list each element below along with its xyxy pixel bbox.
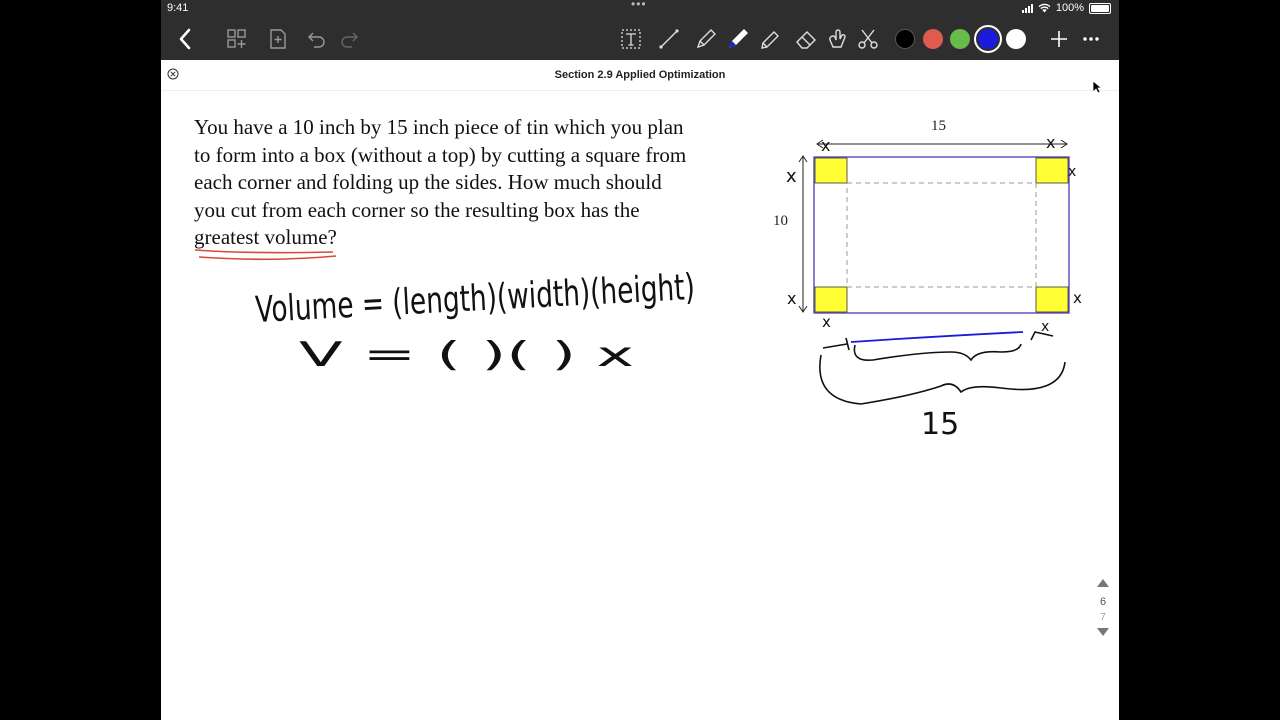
corner-square — [1035, 157, 1069, 184]
mouse-cursor-icon — [1092, 80, 1102, 94]
page-navigator: 6 7 — [1091, 578, 1115, 637]
fold-lines — [846, 182, 1037, 288]
page-down-icon[interactable] — [1096, 627, 1110, 637]
outer-rectangle — [813, 156, 1070, 314]
side-dimension-label: 10 — [773, 213, 788, 229]
bottom-length-ink: 15 — [921, 407, 959, 442]
page-up-icon[interactable] — [1096, 578, 1110, 588]
corner-mark: x — [821, 136, 830, 155]
corner-mark: x — [786, 166, 797, 187]
corner-mark: x — [822, 313, 831, 331]
volume-v-ink: V = ( )( ) x — [299, 335, 634, 375]
corner-square — [814, 286, 848, 313]
corner-mark: x — [1046, 133, 1055, 152]
top-dimension-label: 15 — [931, 118, 946, 134]
volume-formula-ink: Volume = (length)(width)(height) — [254, 267, 696, 331]
corner-square — [1035, 286, 1069, 313]
next-page-number: 7 — [1100, 612, 1106, 623]
corner-mark: x — [1068, 164, 1076, 180]
corner-mark: x — [1073, 289, 1082, 307]
current-page-number: 6 — [1099, 596, 1107, 608]
red-underline-ink — [194, 249, 337, 261]
page-canvas[interactable]: 15 10 Volume = (length)(width)(height) V… — [161, 0, 1119, 720]
corner-mark: x — [1041, 319, 1049, 335]
tin-sheet-diagram: 15 10 — [773, 118, 1070, 314]
corner-mark: x — [787, 289, 796, 308]
corner-square — [814, 157, 848, 184]
ipad-screen: 9:41 ••• 100% Section 2.9 Applied Optimi… — [161, 0, 1119, 720]
